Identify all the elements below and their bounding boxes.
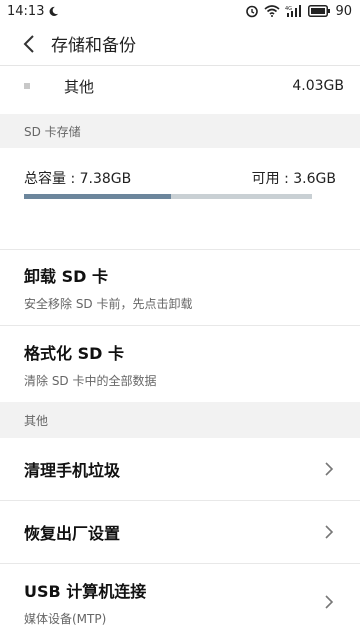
chevron-left-icon <box>23 34 34 53</box>
clock: 14:13 <box>7 3 45 19</box>
category-color-swatch <box>24 83 30 89</box>
available-capacity: 可用 : 3.6GB <box>251 171 336 187</box>
back-button[interactable] <box>7 22 51 66</box>
item-subtitle: 清除 SD 卡中的全部数据 <box>24 373 157 388</box>
wifi-icon <box>264 5 280 17</box>
unmount-sd-item[interactable]: 卸载 SD 卡 安全移除 SD 卡前，先点击卸载 <box>0 250 360 326</box>
category-label: 其他 <box>64 77 95 96</box>
alarm-icon <box>245 4 259 18</box>
sd-capacity-panel: 总容量 : 7.38GB 可用 : 3.6GB <box>0 148 360 250</box>
item-title: 清理手机垃圾 <box>24 461 121 480</box>
section-header-sd: SD 卡存储 <box>0 114 360 148</box>
total-capacity: 总容量 : 7.38GB <box>24 171 132 187</box>
status-bar: 14:13 4G 90 <box>0 0 360 22</box>
app-header: 存储和备份 <box>0 22 360 66</box>
chevron-right-icon <box>325 525 334 539</box>
item-title: 格式化 SD 卡 <box>24 343 124 363</box>
chevron-right-icon <box>325 462 334 476</box>
battery-icon <box>308 5 331 17</box>
battery-level: 90 <box>335 3 352 19</box>
item-subtitle: 安全移除 SD 卡前，先点击卸载 <box>24 297 193 311</box>
clean-junk-item[interactable]: 清理手机垃圾 <box>0 438 360 501</box>
chevron-right-icon <box>325 595 334 609</box>
section-header-other: 其他 <box>0 402 360 438</box>
factory-reset-item[interactable]: 恢复出厂设置 <box>0 501 360 564</box>
item-title: USB 计算机连接 <box>24 581 147 601</box>
storage-category-other: 其他 4.03GB <box>0 66 360 106</box>
item-subtitle: 媒体设备(MTP) <box>24 611 107 626</box>
usb-connection-item[interactable]: USB 计算机连接 媒体设备(MTP) <box>0 564 360 640</box>
capacity-bar <box>24 194 312 199</box>
page-title: 存储和备份 <box>51 36 136 56</box>
signal-icon: 4G <box>285 5 303 17</box>
capacity-bar-used <box>24 194 171 199</box>
item-title: 恢复出厂设置 <box>24 524 121 543</box>
format-sd-item[interactable]: 格式化 SD 卡 清除 SD 卡中的全部数据 <box>0 326 360 402</box>
category-size: 4.03GB <box>292 78 344 94</box>
item-title: 卸载 SD 卡 <box>24 267 108 286</box>
moon-icon <box>48 6 59 17</box>
